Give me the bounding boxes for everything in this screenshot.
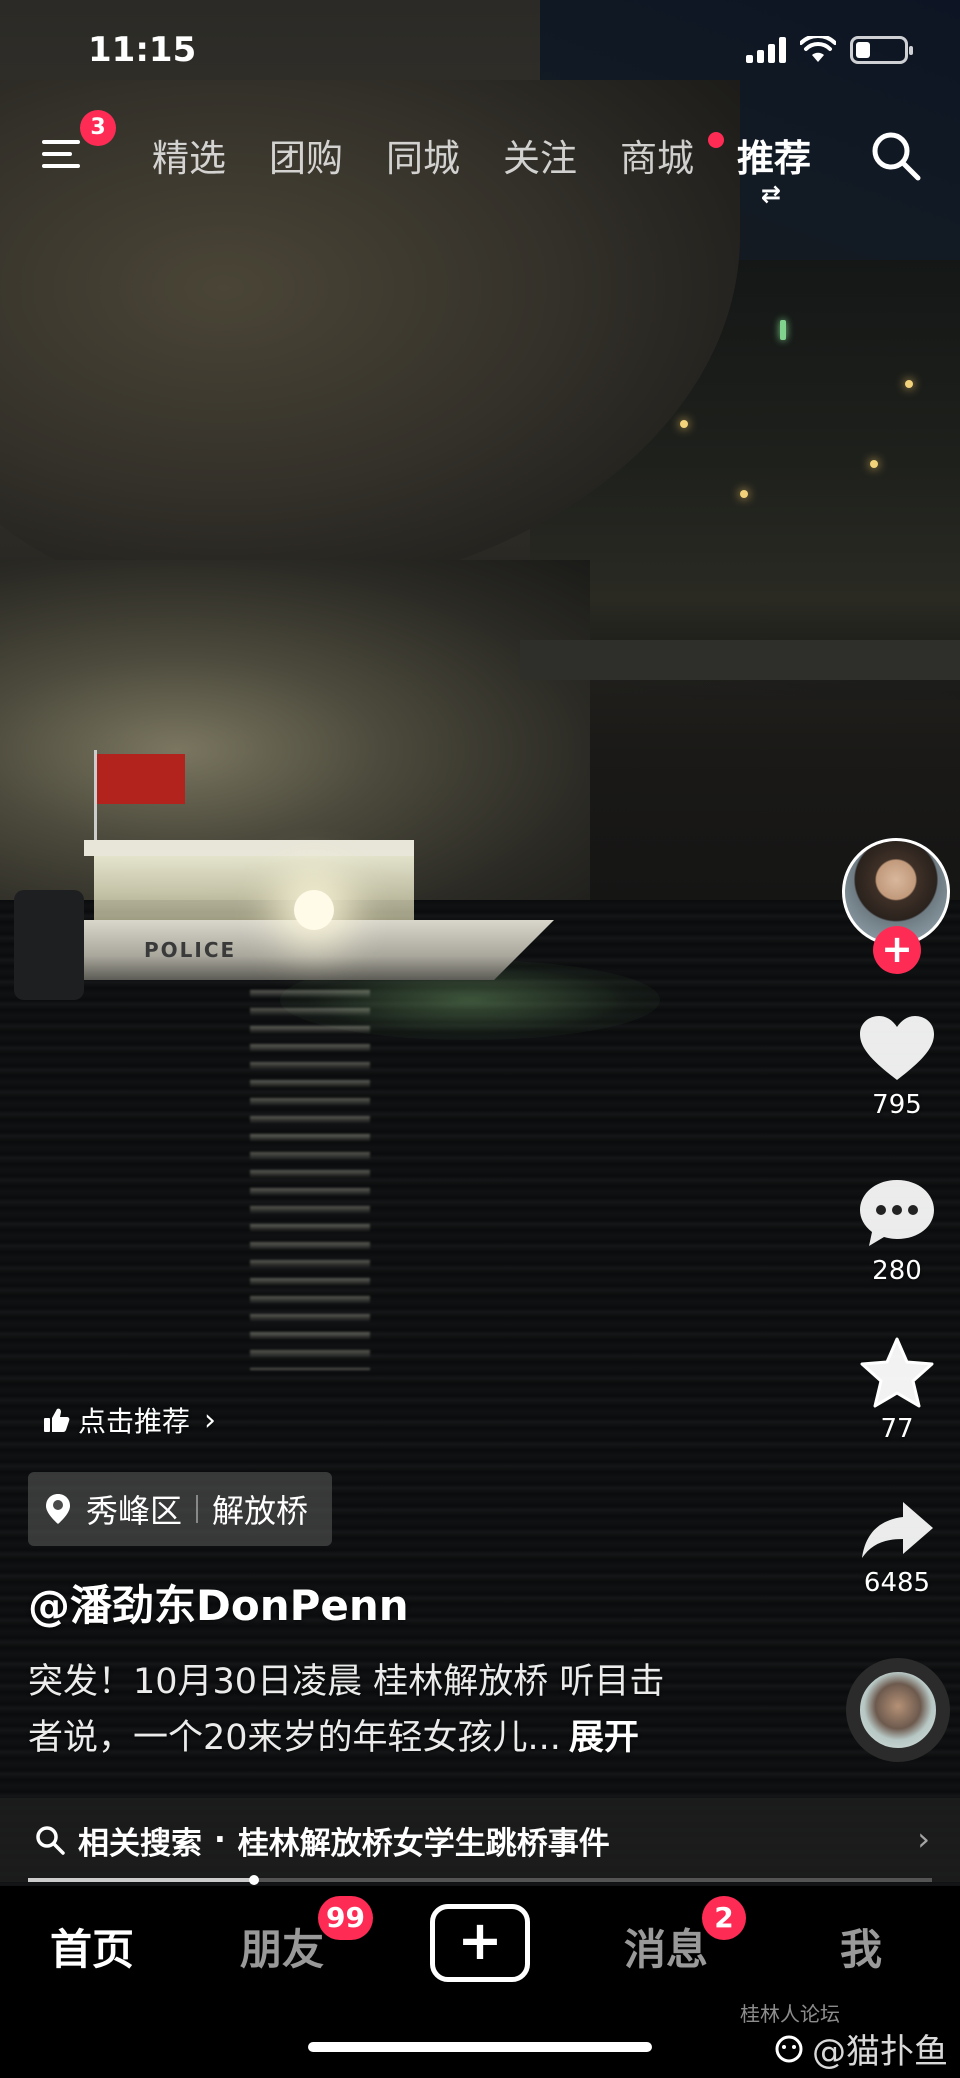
search-light [294, 890, 334, 930]
favorite-count: 77 [880, 1414, 914, 1444]
star-icon [860, 1337, 934, 1408]
location-place: 解放桥 [212, 1492, 309, 1530]
watermark-text: @猫扑鱼 [812, 2032, 948, 2072]
comment-count: 280 [872, 1256, 922, 1286]
friends-badge: 99 [318, 1896, 373, 1940]
author-name[interactable]: @潘劲东DonPenn [28, 1572, 409, 1633]
tab-recommended-label: 推荐 [737, 137, 811, 180]
feed-tabs: 精选 团购 同城 关注 商城 推荐 ⇄ [152, 128, 854, 208]
location-tag[interactable]: 秀峰区 解放桥 [28, 1472, 333, 1546]
flag [97, 754, 185, 804]
top-navigation: 3 精选 团购 同城 关注 商城 推荐 ⇄ [0, 110, 960, 208]
like-button[interactable]: 795 [842, 1014, 952, 1120]
related-search-query: 桂林解放桥女学生跳桥事件 [237, 1825, 610, 1862]
home-indicator [308, 2042, 652, 2052]
boat-label: POLICE [144, 938, 237, 962]
tab-nearby[interactable]: 同城 [386, 128, 503, 182]
river-bank [520, 640, 960, 680]
heart-icon [860, 1016, 934, 1080]
expand-button[interactable]: 展开 [569, 1718, 639, 1758]
location-pin-icon [46, 1494, 70, 1524]
boat-motor [14, 890, 84, 1000]
status-bar: 11:15 [0, 0, 960, 100]
description-line-2: 者说，一个20来岁的年轻女孩儿... [28, 1718, 561, 1758]
create-button[interactable]: + [430, 1904, 530, 1982]
chevron-right-icon: › [917, 1820, 930, 1858]
app-logo-icon [775, 2035, 803, 2062]
tab-following[interactable]: 关注 [503, 128, 620, 182]
tab-featured[interactable]: 精选 [152, 128, 269, 182]
favorite-button[interactable]: 77 [842, 1336, 952, 1444]
tab-mall[interactable]: 商城 [620, 128, 737, 182]
description-line-1: 突发！10月30日凌晨 桂林解放桥 听目击 [28, 1662, 665, 1702]
search-icon [36, 1826, 65, 1855]
tab-recommended[interactable]: 推荐 ⇄ [737, 128, 854, 208]
author-avatar-group: + [842, 838, 952, 978]
location-divider [196, 1495, 199, 1523]
tab-messages[interactable]: 消息 [624, 1916, 708, 1977]
share-button[interactable]: 6485 [842, 1498, 952, 1598]
battery-icon [850, 36, 913, 64]
menu-notification-badge: 3 [80, 110, 116, 146]
light-reflection [250, 990, 370, 1370]
menu-button[interactable] [38, 130, 88, 180]
status-time: 11:15 [88, 30, 197, 70]
related-search-prefix: 相关搜索 [78, 1825, 202, 1862]
tab-me[interactable]: 我 [840, 1916, 882, 1977]
recommend-label: 点击推荐 [78, 1405, 191, 1438]
bottom-tab-bar: 首页 朋友 99 + 消息 2 我 桂林人论坛 @猫扑鱼 [0, 1886, 960, 2078]
messages-badge: 2 [702, 1896, 746, 1940]
progress-fill [28, 1878, 254, 1882]
comment-icon [860, 1180, 934, 1246]
like-count: 795 [872, 1090, 922, 1120]
swap-icon: ⇄ [761, 180, 781, 208]
tab-friends[interactable]: 朋友 [240, 1916, 324, 1977]
location-district: 秀峰区 [86, 1492, 183, 1530]
comment-button[interactable]: 280 [842, 1176, 952, 1286]
tab-mall-label: 商城 [620, 137, 694, 180]
progress-knob[interactable] [249, 1875, 259, 1885]
video-progress-bar[interactable] [28, 1875, 932, 1885]
mall-notification-dot [708, 132, 724, 148]
tab-group-buy[interactable]: 团购 [269, 128, 386, 182]
music-disc[interactable] [846, 1658, 950, 1762]
video-description[interactable]: 突发！10月30日凌晨 桂林解放桥 听目击 者说，一个20来岁的年轻女孩儿...… [28, 1654, 748, 1766]
chevron-right-icon: › [204, 1402, 217, 1438]
watermark: @猫扑鱼 [772, 2024, 948, 2073]
related-search-separator: · [214, 1822, 226, 1858]
menu-icon [42, 140, 80, 144]
police-boat: POLICE [14, 750, 554, 1000]
thumbs-up-icon [44, 1408, 70, 1432]
share-icon [862, 1502, 933, 1558]
recommend-prompt[interactable]: 点击推荐 › [42, 1400, 216, 1440]
search-icon [872, 132, 921, 181]
wifi-icon [800, 36, 836, 62]
cellular-signal-icon [746, 37, 786, 63]
tab-home[interactable]: 首页 [50, 1916, 134, 1977]
forum-watermark: 桂林人论坛 [740, 2002, 840, 2026]
share-count: 6485 [863, 1568, 931, 1598]
search-button[interactable] [868, 128, 924, 184]
related-search-bar[interactable]: 相关搜索 · 桂林解放桥女学生跳桥事件 › [0, 1798, 960, 1882]
follow-button[interactable]: + [873, 926, 921, 974]
